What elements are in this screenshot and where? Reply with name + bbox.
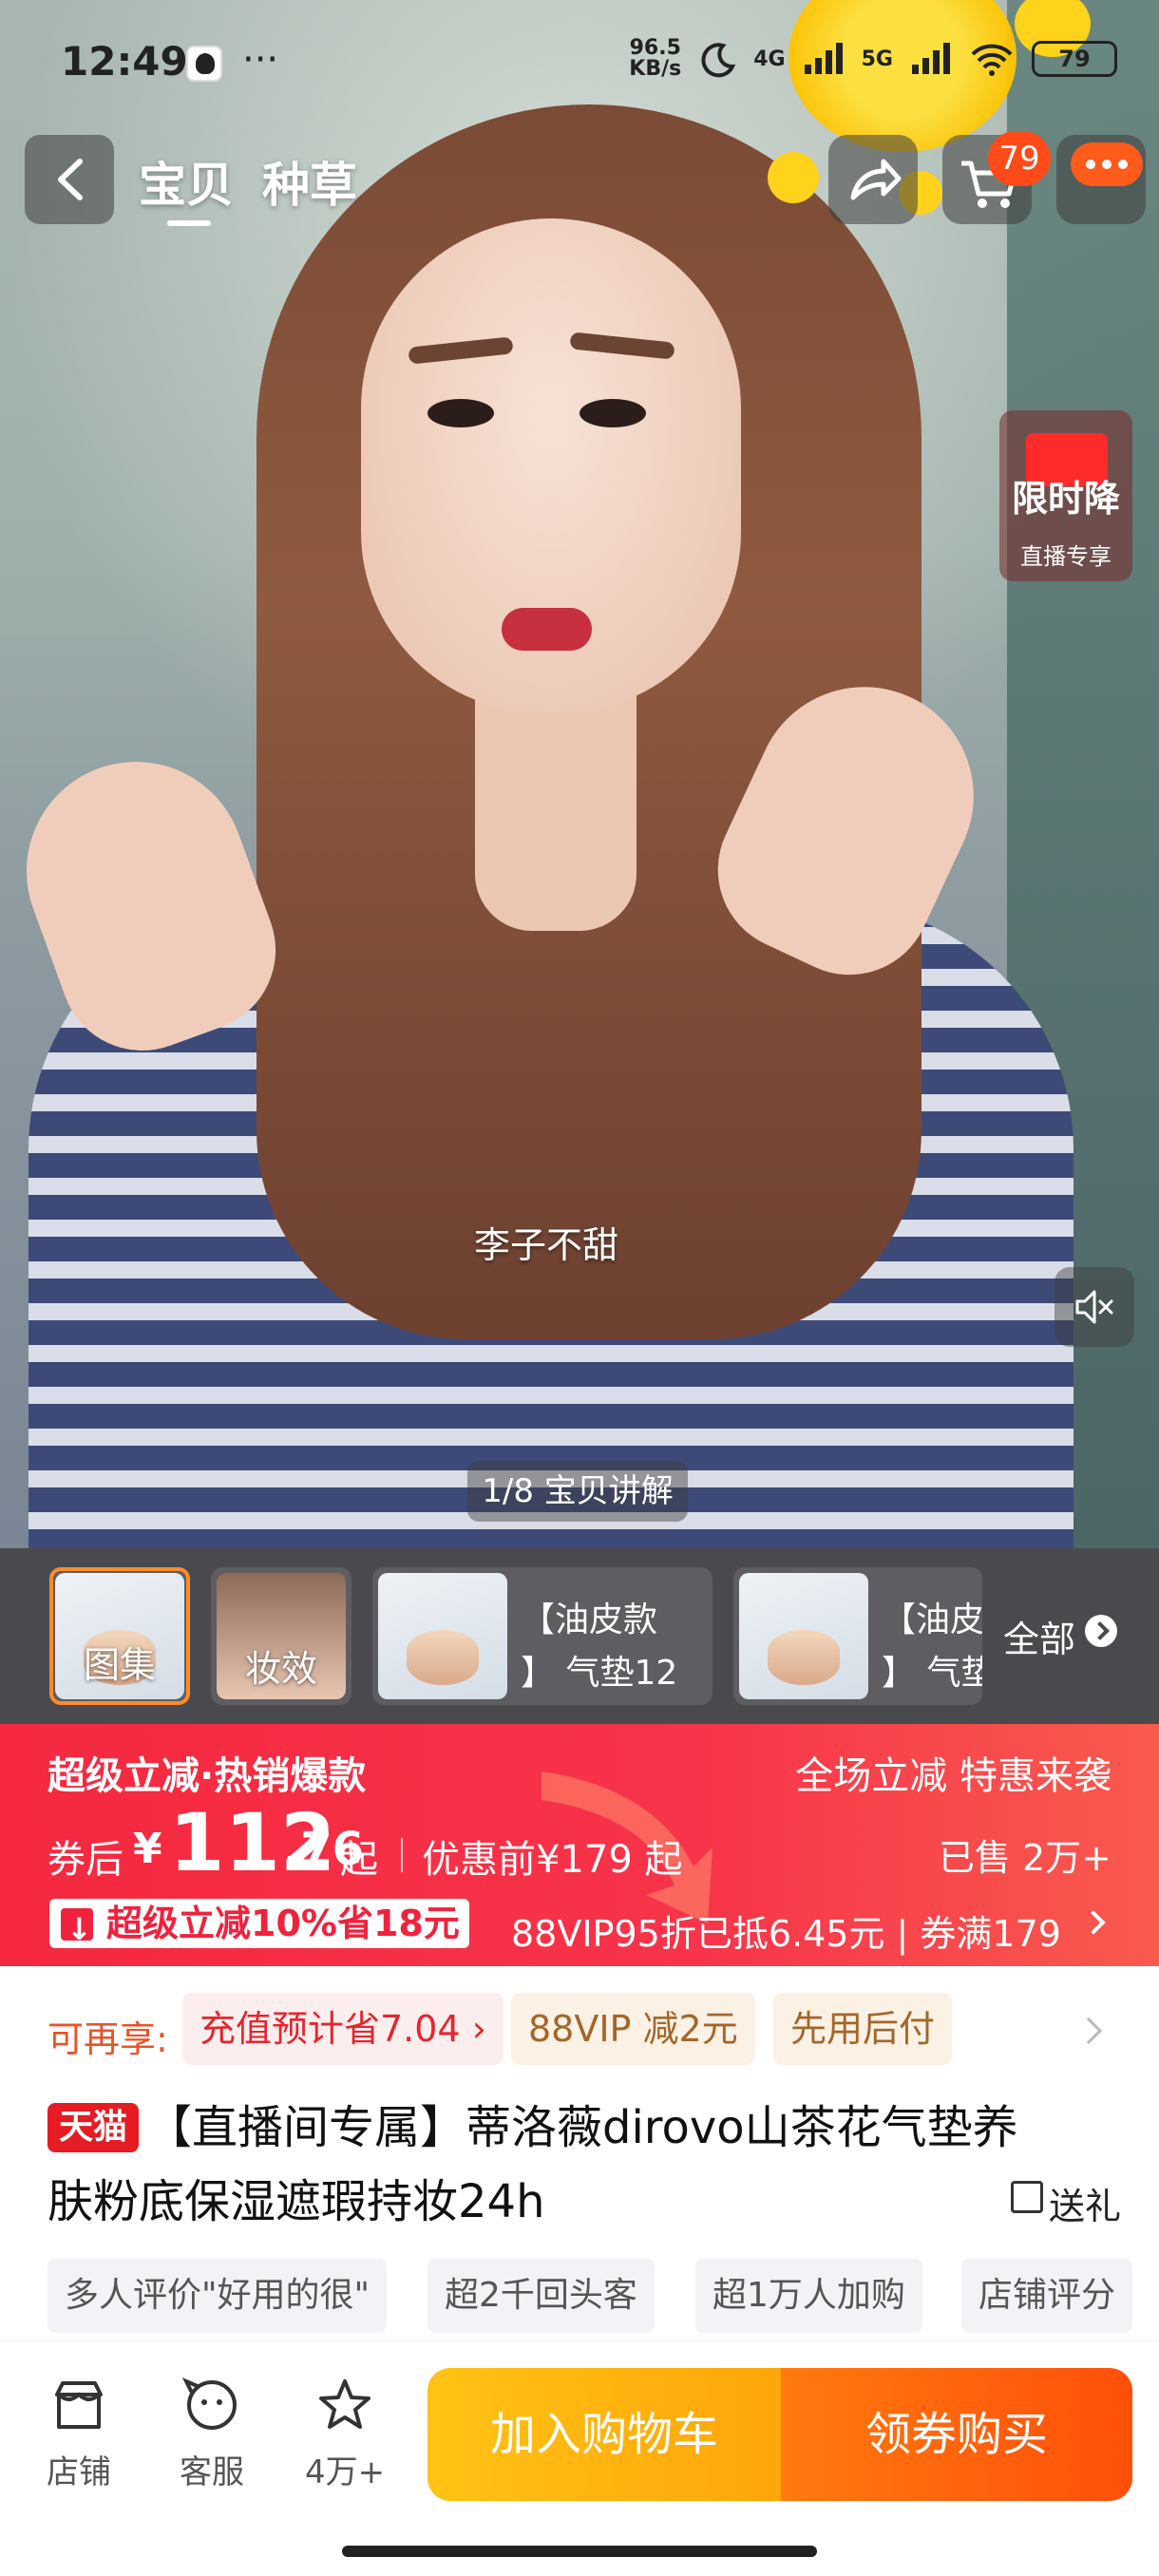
battery-indicator: 79 <box>1032 41 1117 77</box>
benefit-label: 可再享: <box>48 2018 168 2060</box>
status-more-dots: ··· <box>242 38 279 82</box>
review-tag[interactable]: 超1万人加购 <box>695 2259 922 2333</box>
tab-baobei[interactable]: 宝贝 <box>139 147 234 216</box>
promo-slogan: 全场立减 特惠来袭 <box>795 1754 1112 1798</box>
thumbnail-sku-oily-skin[interactable]: 【油皮款 】 气垫12 <box>372 1567 712 1705</box>
customer-service-label: 客服 <box>180 2453 244 2491</box>
thumbnail-text: 【油皮款 】 气垫12 <box>521 1601 678 1693</box>
store-icon <box>55 2381 103 2429</box>
live-exclusive-label: 直播专享 <box>1020 543 1112 570</box>
pay-later-chip[interactable]: 先用后付 <box>773 1993 953 2065</box>
home-indicator[interactable] <box>342 2546 817 2557</box>
thumbnail-label: 图集 <box>83 1644 156 1686</box>
view-all-label[interactable]: 全部 <box>1003 1610 1075 1662</box>
recharge-save-chip[interactable]: 充值预计省7.04 › <box>182 1993 504 2065</box>
customer-service-icon <box>181 2377 237 2430</box>
bottom-action-bar: 店铺 客服 4万+ 加入购物车 领券购买 <box>0 2340 1159 2576</box>
signal-4g-label: 4G <box>753 47 786 71</box>
vip-discount-info[interactable]: 88VIP95折已抵6.45元 | 券满179 <box>511 1904 1081 1957</box>
net-speed: 96.5 KB/s <box>629 38 681 80</box>
product-compact-image <box>768 1630 840 1685</box>
product-title-line-1: 【直播间专属】蒂洛薇dirovo山茶花气垫养 <box>146 2101 1018 2154</box>
customer-service-button[interactable]: 客服 <box>160 2376 264 2492</box>
review-tags-row: 多人评价"好用的很" 超2千回头客 超1万人加购 店铺评分 <box>48 2259 1159 2335</box>
original-price: 优惠前¥179 起 <box>422 1838 683 1882</box>
chevron-right-icon[interactable] <box>1085 1615 1117 1647</box>
cart-count-badge: 79 <box>988 131 1051 186</box>
active-tab-indicator <box>167 220 211 226</box>
star-icon <box>319 2379 370 2429</box>
store-label: 店铺 <box>47 2453 111 2491</box>
review-tag[interactable]: 多人评价"好用的很" <box>48 2259 388 2333</box>
super-discount-text: 超级立减10%省18元 <box>106 1903 460 1944</box>
chevron-left-icon <box>58 159 83 200</box>
down-arrow-icon <box>61 1904 93 1954</box>
thumbnail-sku-oily-skin-2[interactable]: 【油皮 】 气垫 <box>733 1567 982 1705</box>
media-thumbnail-strip: 图集 妆效 【油皮款 】 气垫12 【油皮 】 气垫 全部 <box>0 1548 1159 1724</box>
gift-icon[interactable] <box>1011 2181 1043 2213</box>
share-button[interactable] <box>828 135 918 224</box>
back-button[interactable] <box>25 135 114 224</box>
net-speed-value: 96.5 <box>629 36 681 60</box>
video-subject-eye-left <box>428 399 494 427</box>
add-to-cart-button[interactable]: 加入购物车 <box>428 2368 781 2501</box>
chevron-right-icon[interactable] <box>1074 2017 1103 2045</box>
speaker-muted-icon <box>1075 1290 1113 1324</box>
video-subject-eye-right <box>580 399 646 427</box>
super-discount-tag[interactable]: 超级立减10%省18元 <box>49 1899 469 1954</box>
favorite-button[interactable]: 4万+ <box>293 2376 397 2492</box>
tab-zhongcao[interactable]: 种草 <box>262 147 357 216</box>
price-after-coupon-label: 券后 <box>48 1838 124 1882</box>
price-suffix: 起 <box>340 1838 378 1882</box>
claim-coupon-buy-button[interactable]: 领券购买 <box>781 2368 1132 2501</box>
video-progress-pill[interactable]: 1/8 宝贝讲解 <box>467 1461 688 1522</box>
promo-title: 超级立减·热销爆款 <box>48 1754 367 1798</box>
gift-button[interactable]: 送礼 <box>1049 2177 1121 2229</box>
product-compact-image <box>407 1630 479 1685</box>
tmall-badge: 天猫 <box>48 2103 140 2152</box>
video-caption: 李子不甜 <box>473 1224 618 1266</box>
thumbnail-text: 【油皮 】 气垫 <box>882 1601 982 1693</box>
moon-icon <box>701 43 736 78</box>
status-time: 12:49 <box>61 38 188 85</box>
mute-button[interactable] <box>1054 1267 1134 1347</box>
wifi-icon <box>971 44 1013 76</box>
video-subject-neck <box>475 684 636 931</box>
price-currency: ¥ <box>133 1825 162 1873</box>
sold-count: 已售 2万+ <box>938 1837 1112 1879</box>
thumbnail-gallery[interactable]: 图集 <box>49 1567 190 1705</box>
more-chat-icon <box>1071 142 1143 186</box>
store-button[interactable]: 店铺 <box>27 2376 131 2492</box>
signal-bars-icon <box>804 43 843 74</box>
thumbnail-makeup-effect[interactable]: 妆效 <box>211 1567 352 1705</box>
product-video[interactable] <box>0 0 1159 1548</box>
qq-notification-icon <box>186 46 222 82</box>
limited-time-title: 限时降 <box>1011 478 1120 520</box>
thumbnail-label: 妆效 <box>244 1648 317 1690</box>
signal-5g-label: 5G <box>861 47 893 71</box>
sun-sticker-dot <box>768 152 819 203</box>
status-right-group: 96.5 KB/s 4G 5G 79 <box>629 38 1117 80</box>
review-tag[interactable]: 店铺评分 <box>961 2259 1133 2333</box>
review-tag[interactable]: 超2千回头客 <box>428 2259 655 2333</box>
net-speed-unit: KB/s <box>629 57 682 81</box>
favorite-count: 4万+ <box>304 2453 386 2491</box>
promotion-price-band: 超级立减·热销爆款 全场立减 特惠来袭 券后 ¥ 112 .76 起 优惠前¥1… <box>0 1724 1159 1966</box>
thumbnail-image <box>378 1573 507 1699</box>
share-icon <box>850 159 902 200</box>
signal-bars-icon <box>912 43 950 74</box>
extra-benefits-row[interactable]: 可再享: 充值预计省7.04 › 88VIP 减2元 先用后付 <box>0 1966 1159 2090</box>
chevron-right-icon[interactable] <box>1081 1910 1106 1935</box>
thumbnail-image <box>739 1573 868 1699</box>
video-subject-mouth <box>502 608 592 651</box>
divider <box>401 1838 403 1872</box>
limited-time-drop-card[interactable]: 限时降 直播专享 <box>999 410 1132 581</box>
vip-discount-chip[interactable]: 88VIP 减2元 <box>511 1993 755 2065</box>
product-title-line-2: 肤粉底保湿遮瑕持妆24h <box>48 2175 545 2228</box>
